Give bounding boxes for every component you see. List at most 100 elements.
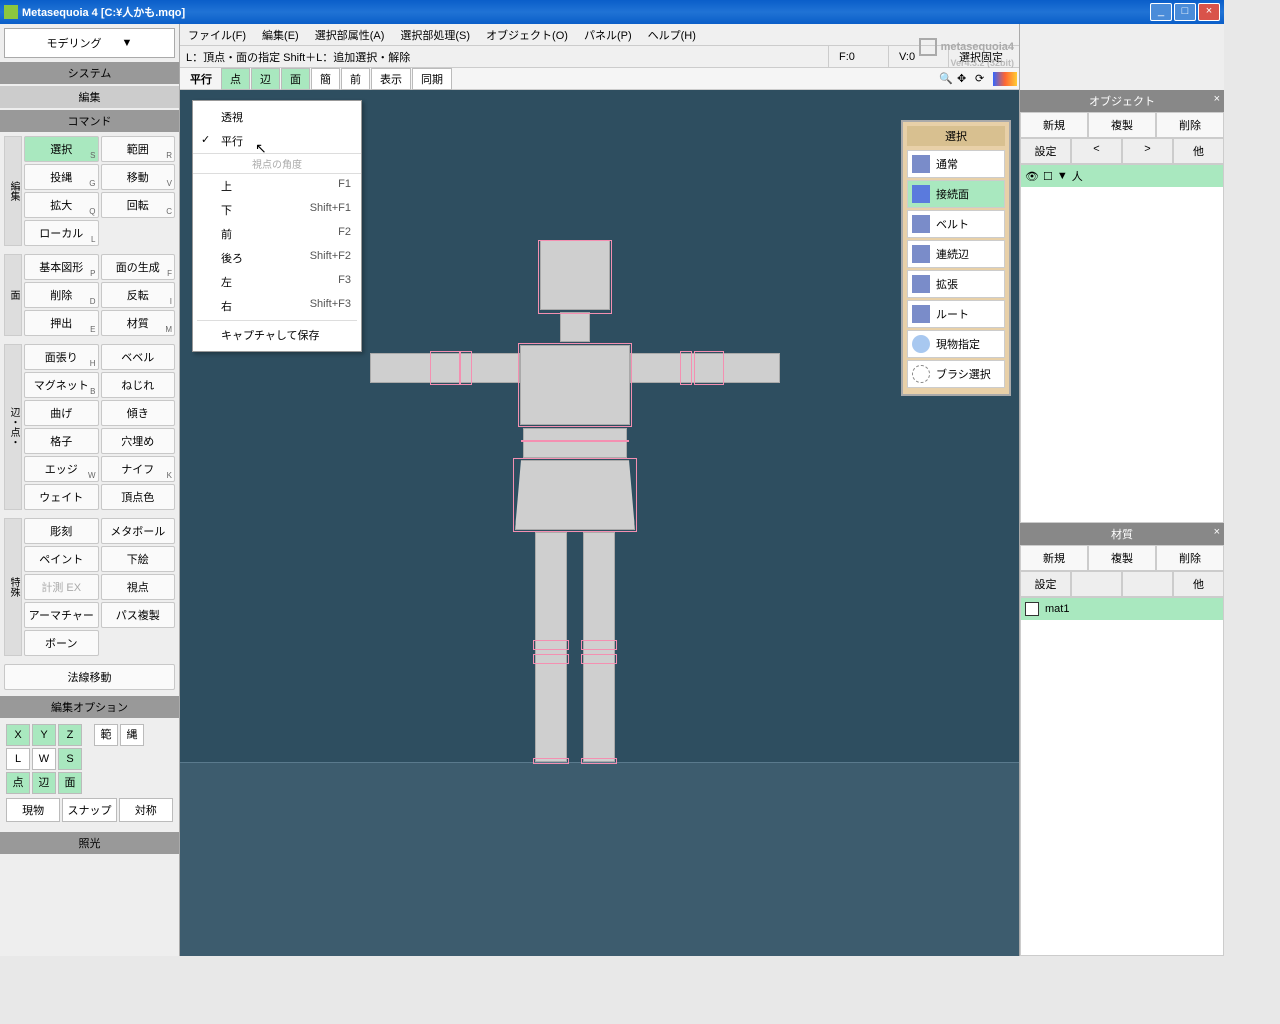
cmd-primitive[interactable]: 基本図形P <box>24 254 99 280</box>
opt-snap[interactable]: スナップ <box>62 798 116 822</box>
cmd-path-dup[interactable]: パス複製 <box>101 602 176 628</box>
opt-mirror[interactable]: 対称 <box>119 798 173 822</box>
dd-view-front[interactable]: 前F2 <box>193 222 361 246</box>
dd-view-bottom[interactable]: 下Shift+F1 <box>193 198 361 222</box>
zoom-icon[interactable]: 🔍 <box>939 72 953 86</box>
lock-icon[interactable]: ☐ <box>1043 170 1053 183</box>
close-icon[interactable]: × <box>1214 93 1220 105</box>
cmd-extrude[interactable]: 押出E <box>24 310 99 336</box>
cmd-magnet[interactable]: マグネットB <box>24 372 99 398</box>
system-header[interactable]: システム <box>0 62 179 84</box>
mat-other[interactable]: 他 <box>1173 571 1224 597</box>
cmd-range[interactable]: 範囲R <box>101 136 176 162</box>
selection-panel[interactable]: 選択 通常 接続面 ベルト 連続辺 拡張 ルート 現物指定 ブラシ選択 <box>901 120 1011 396</box>
sel-expand[interactable]: 拡張 <box>907 270 1005 298</box>
obj-prev[interactable]: < <box>1071 138 1122 164</box>
chevron-down-icon[interactable]: ▼ <box>1057 170 1068 182</box>
mat-del[interactable]: 削除 <box>1156 545 1224 571</box>
obj-next[interactable]: > <box>1122 138 1173 164</box>
material-row[interactable]: mat1 <box>1021 598 1223 620</box>
rotate-view-icon[interactable]: ⟳ <box>975 72 989 86</box>
menu-edit[interactable]: 編集(E) <box>254 27 307 43</box>
sel-brush[interactable]: ブラシ選択 <box>907 360 1005 388</box>
cmd-fill-face[interactable]: 面張りH <box>24 344 99 370</box>
object-list[interactable]: 👁 ☐ ▼ 人 <box>1020 164 1224 523</box>
opt-range[interactable]: 範 <box>94 724 118 746</box>
dd-view-left[interactable]: 左F3 <box>193 270 361 294</box>
dd-view-top[interactable]: 上F1 <box>193 174 361 198</box>
menu-file[interactable]: ファイル(F) <box>180 27 254 43</box>
cmd-select[interactable]: 選択S <box>24 136 99 162</box>
cmd-lasso[interactable]: 投縄G <box>24 164 99 190</box>
opt-l[interactable]: L <box>6 748 30 770</box>
cmd-rotate[interactable]: 回転C <box>101 192 176 218</box>
maximize-button[interactable]: □ <box>1174 3 1196 21</box>
axis-y[interactable]: Y <box>32 724 56 746</box>
view-tab-edge[interactable]: 辺 <box>251 68 280 90</box>
material-list[interactable]: mat1 <box>1020 597 1224 956</box>
dd-capture[interactable]: キャプチャして保存 <box>193 323 361 347</box>
object-row[interactable]: 👁 ☐ ▼ 人 <box>1021 165 1223 187</box>
cmd-bevel[interactable]: ベベル <box>101 344 176 370</box>
mat-dup[interactable]: 複製 <box>1088 545 1156 571</box>
sel-connected[interactable]: 接続面 <box>907 180 1005 208</box>
obj-del[interactable]: 削除 <box>1156 112 1224 138</box>
menu-panel[interactable]: パネル(P) <box>576 27 640 43</box>
color-icon[interactable] <box>993 72 1017 86</box>
view-tab-sync[interactable]: 同期 <box>412 68 452 90</box>
cmd-measure[interactable]: 計測 EX <box>24 574 99 600</box>
obj-other[interactable]: 他 <box>1173 138 1224 164</box>
cmd-sculpt[interactable]: 彫刻 <box>24 518 99 544</box>
normal-move-button[interactable]: 法線移動 <box>4 664 175 690</box>
minimize-button[interactable]: _ <box>1150 3 1172 21</box>
menu-sel-proc[interactable]: 選択部処理(S) <box>392 27 478 43</box>
opt-real[interactable]: 現物 <box>6 798 60 822</box>
cmd-bend[interactable]: 曲げ <box>24 400 99 426</box>
projection-dropdown[interactable]: 透視 ✓平行 視点の角度 上F1 下Shift+F1 前F2 後ろShift+F… <box>192 100 362 352</box>
edit-header[interactable]: 編集 <box>0 86 179 108</box>
axis-x[interactable]: X <box>6 724 30 746</box>
view-projection-label[interactable]: 平行 <box>182 69 220 89</box>
lighting-header[interactable]: 照光 <box>0 832 179 854</box>
dd-view-right[interactable]: 右Shift+F3 <box>193 294 361 318</box>
cmd-local[interactable]: ローカルL <box>24 220 99 246</box>
sel-loop-edge[interactable]: 連続辺 <box>907 240 1005 268</box>
dd-view-back[interactable]: 後ろShift+F2 <box>193 246 361 270</box>
opt-rope[interactable]: 縄 <box>120 724 144 746</box>
cmd-vertex-color[interactable]: 頂点色 <box>101 484 176 510</box>
visibility-icon[interactable]: 👁 <box>1025 170 1039 183</box>
cmd-viewpoint[interactable]: 視点 <box>101 574 176 600</box>
obj-dup[interactable]: 複製 <box>1088 112 1156 138</box>
cmd-move[interactable]: 移動V <box>101 164 176 190</box>
opt-edge[interactable]: 辺 <box>32 772 56 794</box>
pan-icon[interactable]: ✥ <box>957 72 971 86</box>
view-tab-simple[interactable]: 簡 <box>311 68 340 90</box>
cmd-tilt[interactable]: 傾き <box>101 400 176 426</box>
view-tab-point[interactable]: 点 <box>221 68 250 90</box>
cmd-weight[interactable]: ウェイト <box>24 484 99 510</box>
dd-parallel[interactable]: ✓平行 <box>193 129 361 153</box>
cmd-metaball[interactable]: メタボール <box>101 518 176 544</box>
axis-z[interactable]: Z <box>58 724 82 746</box>
cmd-scale[interactable]: 拡大Q <box>24 192 99 218</box>
cmd-flip[interactable]: 反転I <box>101 282 176 308</box>
opt-s[interactable]: S <box>58 748 82 770</box>
sel-root[interactable]: ルート <box>907 300 1005 328</box>
obj-new[interactable]: 新規 <box>1020 112 1088 138</box>
cmd-lattice[interactable]: 格子 <box>24 428 99 454</box>
cmd-background[interactable]: 下絵 <box>101 546 176 572</box>
mat-new[interactable]: 新規 <box>1020 545 1088 571</box>
sel-normal[interactable]: 通常 <box>907 150 1005 178</box>
dd-perspective[interactable]: 透視 <box>193 105 361 129</box>
cmd-create-face[interactable]: 面の生成F <box>101 254 176 280</box>
mat-settings[interactable]: 設定 <box>1020 571 1071 597</box>
cmd-bone[interactable]: ボーン <box>24 630 99 656</box>
close-button[interactable]: × <box>1198 3 1220 21</box>
sel-real-pick[interactable]: 現物指定 <box>907 330 1005 358</box>
obj-settings[interactable]: 設定 <box>1020 138 1071 164</box>
opt-w[interactable]: W <box>32 748 56 770</box>
cmd-fill-hole[interactable]: 穴埋め <box>101 428 176 454</box>
cmd-delete[interactable]: 削除D <box>24 282 99 308</box>
view-tab-display[interactable]: 表示 <box>371 68 411 90</box>
cmd-armature[interactable]: アーマチャー <box>24 602 99 628</box>
